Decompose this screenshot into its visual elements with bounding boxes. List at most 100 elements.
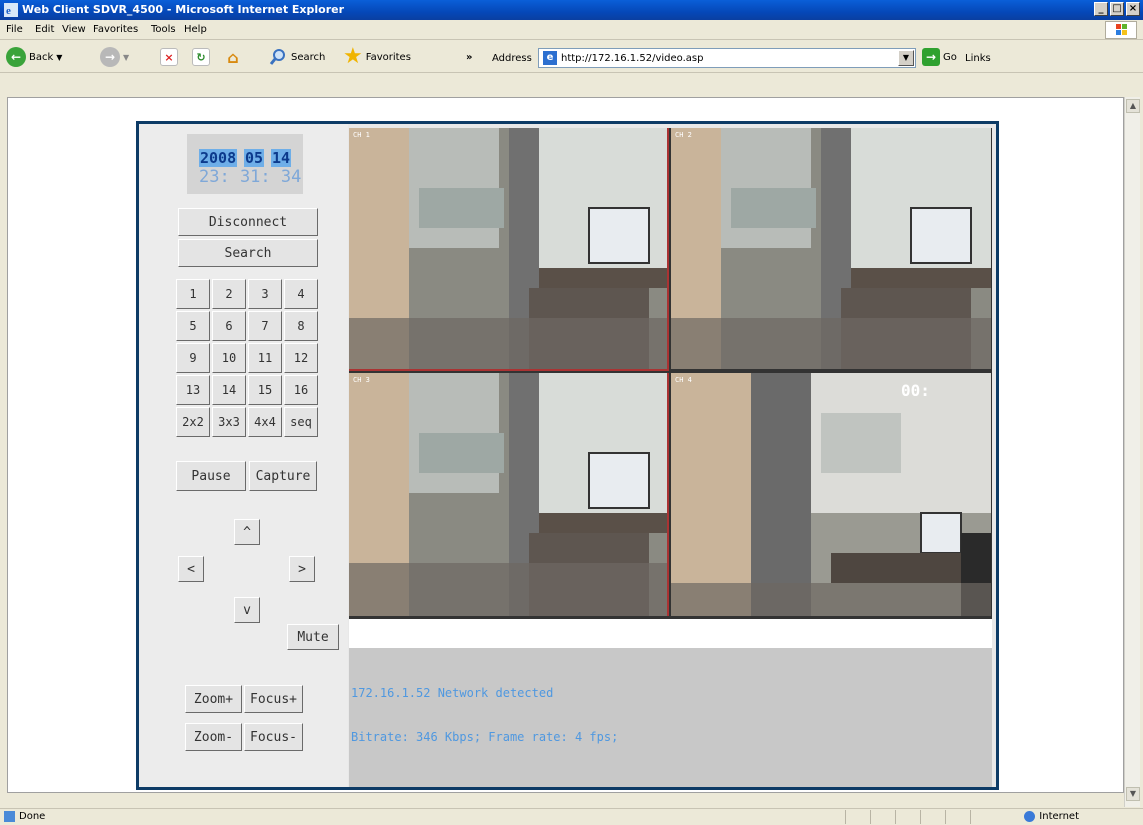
- stop-button[interactable]: ×: [160, 46, 178, 68]
- status-divider: [945, 810, 946, 824]
- capture-button[interactable]: Capture: [249, 461, 317, 491]
- menu-bar: File Edit View Favorites Tools Help: [0, 20, 1143, 40]
- menu-tools[interactable]: Tools: [151, 24, 176, 35]
- home-icon: ⌂: [227, 47, 239, 67]
- camera-view[interactable]: CH 3: [349, 373, 669, 616]
- layout-2x2-button[interactable]: 2x2: [176, 407, 210, 437]
- video-grid: CH 1 CH 2 CH 3 CH 4 00:: [349, 128, 992, 619]
- camera-label: CH 3: [353, 376, 370, 384]
- channel-1-button[interactable]: 1: [176, 279, 210, 309]
- camera-feed-image: [671, 373, 991, 616]
- maximize-button[interactable]: □: [1110, 2, 1124, 16]
- camera-view[interactable]: CH 4 00:: [671, 373, 991, 616]
- control-column: 2008 05 14 23: 31: 34 Disconnect Search …: [139, 124, 348, 787]
- date-year: 2008: [199, 149, 238, 167]
- page-icon: e: [543, 51, 557, 65]
- mute-button[interactable]: Mute: [287, 624, 339, 650]
- camera-view[interactable]: CH 1: [349, 128, 669, 371]
- close-button[interactable]: ×: [1126, 2, 1140, 16]
- status-panel: 172.16.1.52 Network detected Bitrate: 34…: [349, 648, 992, 787]
- focus-out-button[interactable]: Focus-: [244, 723, 303, 751]
- channel-16-button[interactable]: 16: [284, 375, 318, 405]
- menu-file[interactable]: File: [6, 24, 23, 35]
- address-label: Address: [492, 52, 532, 64]
- channel-8-button[interactable]: 8: [284, 311, 318, 341]
- channel-13-button[interactable]: 13: [176, 375, 210, 405]
- search-dvr-button[interactable]: Search: [178, 239, 318, 267]
- links-label[interactable]: Links: [965, 49, 991, 67]
- channel-3-button[interactable]: 3: [248, 279, 282, 309]
- address-input[interactable]: http://172.16.1.52/video.asp: [561, 53, 703, 64]
- camera-view[interactable]: CH 2: [671, 128, 991, 371]
- zone-label: Internet: [1039, 811, 1079, 822]
- ptz-left-button[interactable]: <: [178, 556, 204, 582]
- go-label: Go: [943, 51, 957, 63]
- address-bar[interactable]: e http://172.16.1.52/video.asp ▼: [538, 48, 916, 68]
- ptz-up-button[interactable]: ^: [234, 519, 260, 545]
- channel-10-button[interactable]: 10: [212, 343, 246, 373]
- search-label: Search: [291, 51, 326, 63]
- back-label: Back: [29, 51, 54, 63]
- camera-label: CH 4: [675, 376, 692, 384]
- svg-text:e: e: [6, 5, 11, 17]
- stop-icon: ×: [160, 48, 178, 66]
- favorites-button[interactable]: ★ Favorites: [343, 46, 411, 68]
- search-button[interactable]: Search: [268, 46, 325, 68]
- time-display: 23: 31: 34: [199, 167, 302, 187]
- channel-4-button[interactable]: 4: [284, 279, 318, 309]
- dvr-panel: 2008 05 14 23: 31: 34 Disconnect Search …: [136, 121, 999, 790]
- refresh-button[interactable]: ↻: [192, 46, 210, 68]
- home-button[interactable]: ⌂: [224, 46, 242, 68]
- address-dropdown-icon[interactable]: ▼: [898, 50, 914, 66]
- channel-grid: 1 2 3 4 5 6 7 8 9 10 11 12 13 14 15 16 2…: [176, 279, 318, 439]
- channel-5-button[interactable]: 5: [176, 311, 210, 341]
- status-divider: [970, 810, 971, 824]
- zoom-in-button[interactable]: Zoom+: [185, 685, 242, 713]
- toolbar-chevron-icon[interactable]: »: [466, 46, 472, 68]
- pause-button[interactable]: Pause: [176, 461, 246, 491]
- forward-arrow-icon: →: [100, 47, 120, 67]
- channel-2-button[interactable]: 2: [212, 279, 246, 309]
- go-arrow-icon: →: [922, 48, 940, 66]
- minimize-button[interactable]: _: [1094, 2, 1108, 16]
- vertical-scrollbar[interactable]: ▲ ▼: [1124, 97, 1140, 807]
- ptz-down-button[interactable]: v: [234, 597, 260, 623]
- layout-3x3-button[interactable]: 3x3: [212, 407, 246, 437]
- camera-label: CH 2: [675, 131, 692, 139]
- channel-7-button[interactable]: 7: [248, 311, 282, 341]
- disconnect-button[interactable]: Disconnect: [178, 208, 318, 236]
- sequence-button[interactable]: seq: [284, 407, 318, 437]
- date-day: 14: [271, 149, 292, 167]
- channel-11-button[interactable]: 11: [248, 343, 282, 373]
- favorites-star-icon: ★: [343, 44, 363, 69]
- channel-6-button[interactable]: 6: [212, 311, 246, 341]
- menu-help[interactable]: Help: [184, 24, 207, 35]
- security-zone: Internet: [1024, 811, 1079, 822]
- windows-logo-icon: [1105, 21, 1137, 39]
- focus-in-button[interactable]: Focus+: [244, 685, 303, 713]
- channel-15-button[interactable]: 15: [248, 375, 282, 405]
- channel-12-button[interactable]: 12: [284, 343, 318, 373]
- camera-feed-image: [349, 128, 667, 369]
- globe-icon: [1024, 811, 1036, 822]
- back-button[interactable]: ← Back ▼: [6, 46, 62, 68]
- menu-favorites[interactable]: Favorites: [93, 24, 138, 35]
- back-dropdown-icon: ▼: [56, 52, 63, 62]
- menu-view[interactable]: View: [62, 24, 86, 35]
- channel-9-button[interactable]: 9: [176, 343, 210, 373]
- go-button[interactable]: → Go: [922, 46, 957, 68]
- forward-button[interactable]: → ▼: [100, 46, 129, 68]
- zoom-out-button[interactable]: Zoom-: [185, 723, 242, 751]
- channel-14-button[interactable]: 14: [212, 375, 246, 405]
- scroll-down-icon[interactable]: ▼: [1126, 787, 1140, 801]
- toolbar: ← Back ▼ → ▼ × ↻ ⌂ Search ★ Favorites » …: [0, 41, 1143, 73]
- scroll-up-icon[interactable]: ▲: [1126, 99, 1140, 113]
- back-arrow-icon: ←: [6, 47, 26, 67]
- video-footer-band: [349, 619, 992, 648]
- bitrate-status-text: Bitrate: 346 Kbps; Frame rate: 4 fps;: [351, 730, 619, 744]
- search-icon: [269, 49, 285, 65]
- ptz-right-button[interactable]: >: [289, 556, 315, 582]
- menu-edit[interactable]: Edit: [35, 24, 54, 35]
- forward-dropdown-icon: ▼: [123, 52, 130, 62]
- layout-4x4-button[interactable]: 4x4: [248, 407, 282, 437]
